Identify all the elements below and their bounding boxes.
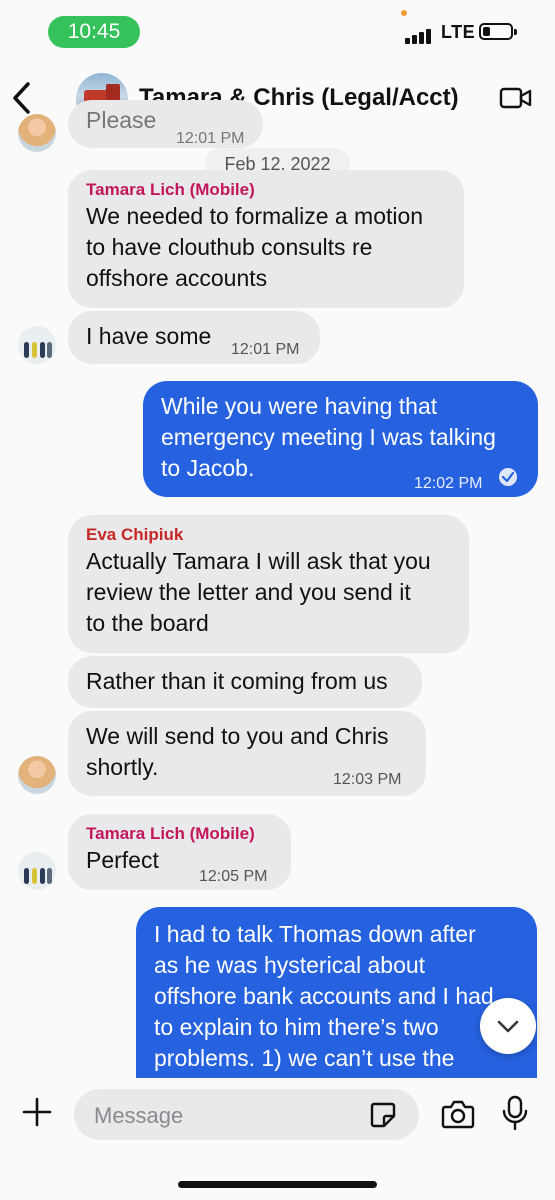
message-line: emergency meeting I was talking — [161, 424, 496, 450]
outgoing-message-bubble[interactable]: I had to talk Thomas down after as he wa… — [136, 907, 537, 1107]
message-line: to the board — [86, 610, 209, 636]
message-bubble[interactable]: Eva Chipiuk Actually Tamara I will ask t… — [68, 515, 469, 653]
avatar-tamara — [18, 852, 56, 890]
message-bubble[interactable]: Tamara Lich (Mobile) We needed to formal… — [68, 170, 464, 308]
scroll-to-bottom-button[interactable] — [480, 998, 536, 1054]
message-line: offshore bank accounts and I had — [154, 983, 494, 1009]
message-line: We needed to formalize a motion — [86, 203, 424, 229]
chevron-down-icon — [497, 1020, 519, 1033]
avatar-eva — [18, 756, 56, 794]
mic-icon[interactable] — [501, 1095, 529, 1131]
message-bubble[interactable]: I have some 12:01 PM — [68, 311, 320, 364]
message-line: I had to talk Thomas down after — [154, 921, 476, 947]
message-text: I have some — [86, 323, 212, 349]
message-line: Actually Tamara I will ask that you — [86, 548, 431, 574]
message-line: review the letter and you send it — [86, 579, 411, 605]
message-line: as he was hysterical about — [154, 952, 426, 978]
sticker-icon[interactable] — [369, 1101, 397, 1129]
camera-icon[interactable] — [441, 1098, 475, 1130]
message-time: 12:03 PM — [333, 771, 402, 788]
message-line: offshore accounts — [86, 265, 268, 291]
read-check-icon — [499, 468, 517, 486]
outgoing-message-bubble[interactable]: While you were having that emergency mee… — [143, 381, 538, 497]
home-indicator — [178, 1181, 377, 1188]
sender-name: Tamara Lich (Mobile) — [86, 180, 255, 199]
message-text: Rather than it coming from us — [86, 668, 388, 694]
message-field[interactable] — [74, 1089, 419, 1142]
message-bubble[interactable]: Tamara Lich (Mobile) Perfect 12:05 PM — [68, 814, 291, 890]
avatar-tamara — [18, 326, 56, 364]
message-line: While you were having that — [161, 393, 438, 419]
message-line: to have clouthub consults re — [86, 234, 373, 260]
sender-name: Tamara Lich (Mobile) — [86, 824, 255, 843]
message-time: 12:02 PM — [414, 475, 483, 492]
message-line: to explain to him there’s two — [154, 1014, 439, 1040]
sender-name: Eva Chipiuk — [86, 525, 184, 544]
message-time: 12:01 PM — [231, 341, 300, 358]
message-input[interactable] — [92, 1089, 356, 1142]
plus-icon[interactable] — [22, 1097, 52, 1127]
message-bubble[interactable]: Rather than it coming from us — [68, 656, 422, 708]
message-line: We will send to you and Chris — [86, 723, 389, 749]
message-time: 12:05 PM — [199, 868, 268, 885]
message-line: problems. 1) we can’t use the — [154, 1045, 455, 1071]
message-bubble[interactable]: We will send to you and Chris shortly. 1… — [68, 711, 426, 796]
